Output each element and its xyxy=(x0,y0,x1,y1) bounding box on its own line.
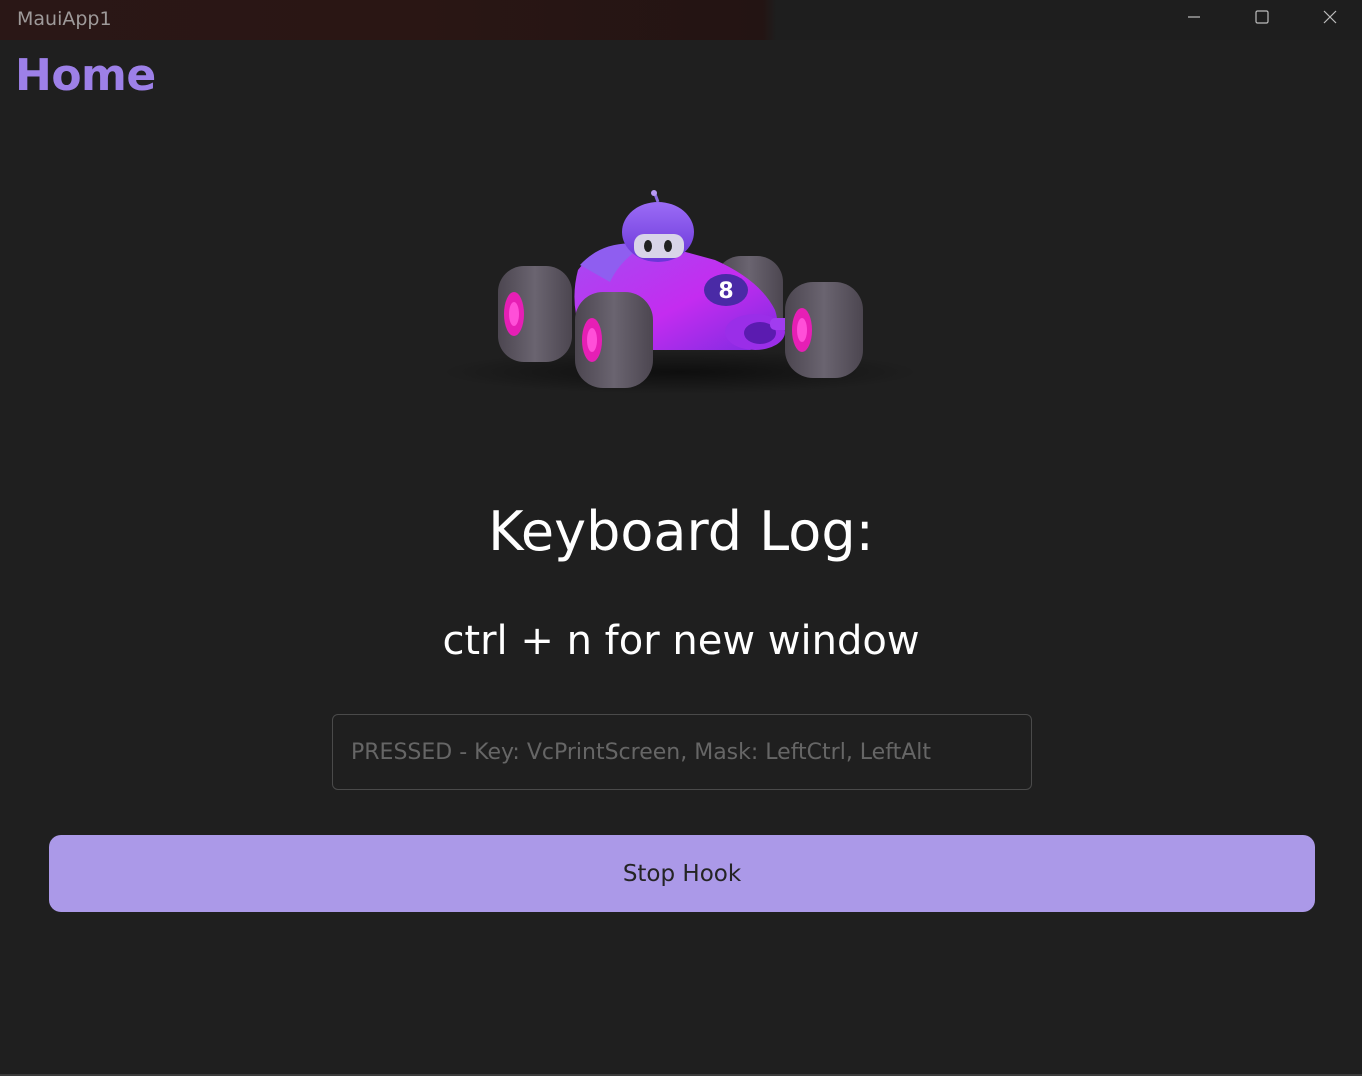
close-button[interactable] xyxy=(1296,0,1362,34)
close-icon xyxy=(1322,9,1338,25)
app-window: MauiApp1 Home 8 Keyboard Log: ctrl + n f… xyxy=(0,0,1362,1076)
svg-text:8: 8 xyxy=(718,279,733,304)
keyboard-log-heading: Keyboard Log: xyxy=(488,500,874,563)
minimize-icon xyxy=(1186,9,1202,25)
page-title: Home xyxy=(15,50,156,101)
maximize-icon xyxy=(1254,9,1270,25)
app-title: MauiApp1 xyxy=(17,8,112,30)
minimize-button[interactable] xyxy=(1160,0,1228,34)
maximize-button[interactable] xyxy=(1228,0,1296,34)
stop-hook-button[interactable]: Stop Hook xyxy=(49,835,1315,912)
new-window-hint: ctrl + n for new window xyxy=(442,618,920,664)
race-car-image: 8 xyxy=(430,190,930,410)
title-bar[interactable]: MauiApp1 xyxy=(0,0,1362,40)
keyboard-log-field[interactable] xyxy=(332,714,1032,790)
